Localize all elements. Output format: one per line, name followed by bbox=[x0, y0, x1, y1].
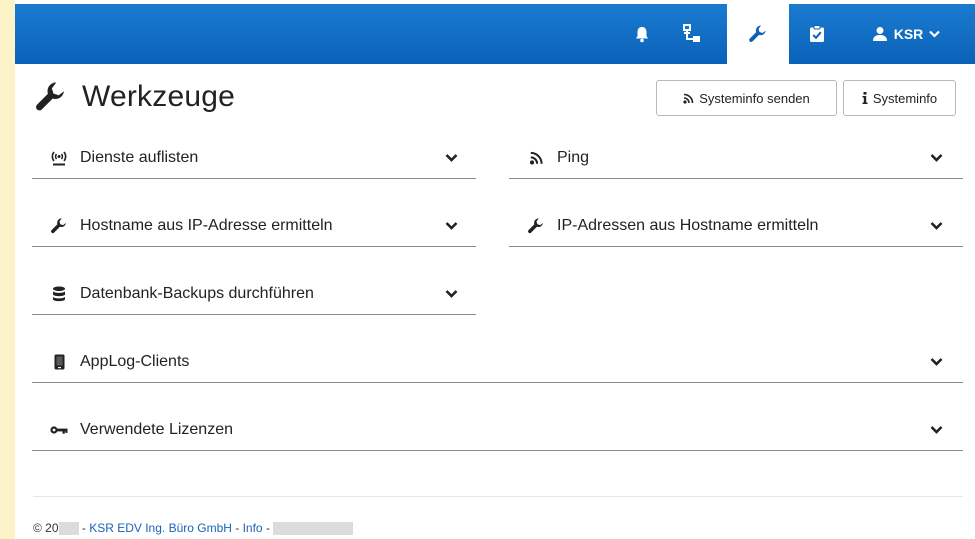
info-icon bbox=[862, 92, 868, 104]
section-ip-ermitteln[interactable]: IP-Adressen aus Hostname ermitteln bbox=[509, 205, 963, 247]
user-icon bbox=[872, 27, 887, 41]
chevron-down-icon bbox=[445, 137, 458, 178]
section-dienste-auflisten[interactable]: Dienste auflisten bbox=[32, 137, 476, 179]
section-label: AppLog-Clients bbox=[80, 353, 190, 370]
section-label: IP-Adressen aus Hostname ermitteln bbox=[557, 217, 819, 234]
section-verwendete-lizenzen[interactable]: Verwendete Lizenzen bbox=[32, 409, 963, 451]
footer-separator: - bbox=[231, 521, 243, 535]
info-link[interactable]: Info bbox=[243, 521, 263, 535]
chevron-down-icon bbox=[929, 30, 941, 38]
rss-icon bbox=[683, 93, 694, 104]
section-label: Dienste auflisten bbox=[80, 149, 199, 166]
tools-nav-button[interactable] bbox=[727, 4, 789, 64]
user-menu-button[interactable]: KSR bbox=[860, 4, 952, 64]
page-title: Werkzeuge bbox=[82, 80, 235, 113]
redacted-text bbox=[273, 521, 354, 535]
section-ping[interactable]: Ping bbox=[509, 137, 963, 179]
wrench-icon bbox=[36, 82, 64, 111]
systeminfo-label: Systeminfo bbox=[872, 90, 938, 106]
clipboard-check-icon bbox=[810, 25, 824, 42]
footer-separator: - bbox=[262, 521, 274, 535]
chevron-down-icon bbox=[445, 273, 458, 314]
chevron-down-icon bbox=[930, 409, 943, 450]
redacted-year bbox=[58, 521, 79, 535]
send-systeminfo-label: Systeminfo senden bbox=[699, 90, 810, 106]
chevron-down-icon bbox=[930, 205, 943, 246]
top-navigation-bar: KSR bbox=[15, 4, 975, 64]
network-icon bbox=[683, 24, 700, 42]
section-label: Verwendete Lizenzen bbox=[80, 421, 233, 438]
footer-copyright: © 20 bbox=[33, 521, 59, 535]
section-applog-clients[interactable]: AppLog-Clients bbox=[32, 341, 963, 383]
send-systeminfo-button[interactable]: Systeminfo senden bbox=[656, 80, 837, 116]
wrench-icon bbox=[527, 205, 545, 246]
wrench-icon bbox=[50, 205, 68, 246]
section-label: Datenbank-Backups durchführen bbox=[80, 285, 314, 302]
notifications-button[interactable] bbox=[623, 4, 661, 64]
rss-icon bbox=[527, 137, 545, 178]
company-link[interactable]: KSR EDV Ing. Büro GmbH bbox=[89, 521, 232, 535]
footer: © 20 - KSR EDV Ing. Büro GmbH - Info - bbox=[33, 521, 354, 535]
systeminfo-button[interactable]: Systeminfo bbox=[843, 80, 956, 116]
section-label: Hostname aus IP-Adresse ermitteln bbox=[80, 217, 333, 234]
chevron-down-icon bbox=[445, 205, 458, 246]
chevron-down-icon bbox=[930, 137, 943, 178]
wrench-icon bbox=[749, 25, 766, 42]
network-button[interactable] bbox=[670, 4, 714, 64]
chevron-down-icon bbox=[930, 341, 943, 382]
section-datenbank-backups[interactable]: Datenbank-Backups durchführen bbox=[32, 273, 476, 315]
tasks-button[interactable] bbox=[798, 4, 836, 64]
user-name: KSR bbox=[893, 26, 924, 42]
key-icon bbox=[50, 409, 68, 450]
section-hostname-ermitteln[interactable]: Hostname aus IP-Adresse ermitteln bbox=[32, 205, 476, 247]
broadcast-tower-icon bbox=[50, 137, 68, 178]
page-header: Werkzeuge bbox=[34, 80, 235, 114]
footer-separator: - bbox=[78, 521, 90, 535]
mobile-device-icon bbox=[50, 341, 68, 382]
section-label: Ping bbox=[557, 149, 590, 166]
database-icon bbox=[50, 273, 68, 314]
footer-divider bbox=[33, 496, 963, 497]
bell-icon bbox=[636, 26, 648, 42]
